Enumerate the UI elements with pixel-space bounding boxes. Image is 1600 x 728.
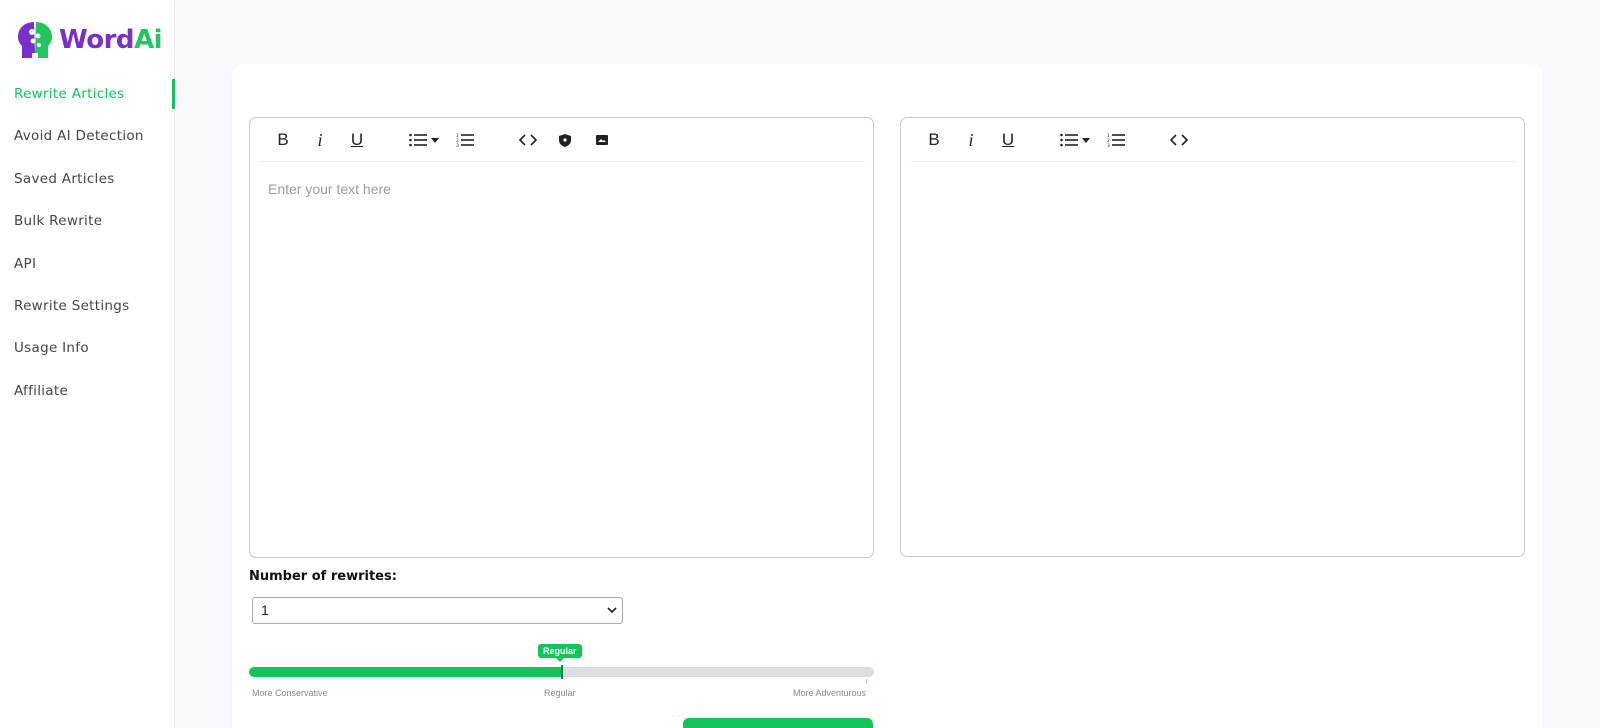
tick-label-regular: Regular	[544, 688, 576, 698]
underline-button[interactable]: U	[995, 127, 1021, 153]
slider-value-badge: Regular	[538, 644, 582, 662]
sidebar-nav: Rewrite Articles Avoid AI Detection Save…	[0, 73, 175, 412]
code-view-icon[interactable]	[515, 127, 541, 153]
code-view-icon[interactable]	[1166, 127, 1192, 153]
selected-rewrites-value: 1	[261, 602, 269, 618]
wordai-logo[interactable]: WordAi	[14, 18, 163, 62]
chevron-down-icon[interactable]	[1079, 127, 1093, 153]
underline-button[interactable]: U	[344, 127, 370, 153]
italic-button[interactable]: i	[958, 127, 984, 153]
tick-label-adventurous: More Adventurous	[793, 688, 867, 698]
sidebar-item-usage-info[interactable]: Usage Info	[0, 327, 175, 369]
output-editor-toolbar: B i U 123	[909, 118, 1516, 162]
brain-head-logo-icon	[18, 22, 52, 58]
slider-tick	[866, 679, 867, 684]
input-editor[interactable]: B i U 123 Enter your text here	[249, 117, 874, 558]
sidebar-item-saved-articles[interactable]: Saved Articles	[0, 158, 175, 200]
input-editor-toolbar: B i U 123	[258, 118, 865, 162]
numbered-list-icon[interactable]: 123	[1103, 127, 1129, 153]
bold-button[interactable]: B	[270, 127, 296, 153]
rewrite-button[interactable]	[683, 718, 873, 728]
tick-label-conservative: More Conservative	[252, 688, 328, 698]
sidebar: WordAi Rewrite Articles Avoid AI Detecti…	[0, 0, 175, 728]
svg-text:3: 3	[1107, 143, 1110, 147]
bold-button[interactable]: B	[921, 127, 947, 153]
creativity-slider[interactable]	[249, 665, 874, 679]
slider-fill	[249, 667, 562, 677]
input-text-area[interactable]: Enter your text here	[268, 181, 391, 197]
sidebar-item-api[interactable]: API	[0, 243, 175, 285]
italic-button[interactable]: i	[307, 127, 333, 153]
output-editor[interactable]: B i U 123	[900, 117, 1525, 557]
numbered-list-icon[interactable]: 123	[452, 127, 478, 153]
image-icon[interactable]	[589, 127, 615, 153]
logo-wordmark: WordAi	[59, 25, 163, 55]
number-of-rewrites-select[interactable]: 1	[252, 597, 623, 624]
svg-text:3: 3	[456, 143, 459, 147]
number-of-rewrites-label: Number of rewrites:	[249, 569, 397, 584]
shield-icon[interactable]	[552, 127, 578, 153]
sidebar-item-rewrite-articles[interactable]: Rewrite Articles	[0, 73, 175, 115]
sidebar-item-bulk-rewrite[interactable]: Bulk Rewrite	[0, 200, 175, 242]
sidebar-item-avoid-ai-detection[interactable]: Avoid AI Detection	[0, 115, 175, 157]
sidebar-item-affiliate[interactable]: Affiliate	[0, 370, 175, 412]
slider-handle[interactable]	[560, 665, 563, 679]
chevron-down-icon[interactable]	[428, 127, 442, 153]
chevron-down-icon	[607, 598, 617, 633]
sidebar-item-rewrite-settings[interactable]: Rewrite Settings	[0, 285, 175, 327]
